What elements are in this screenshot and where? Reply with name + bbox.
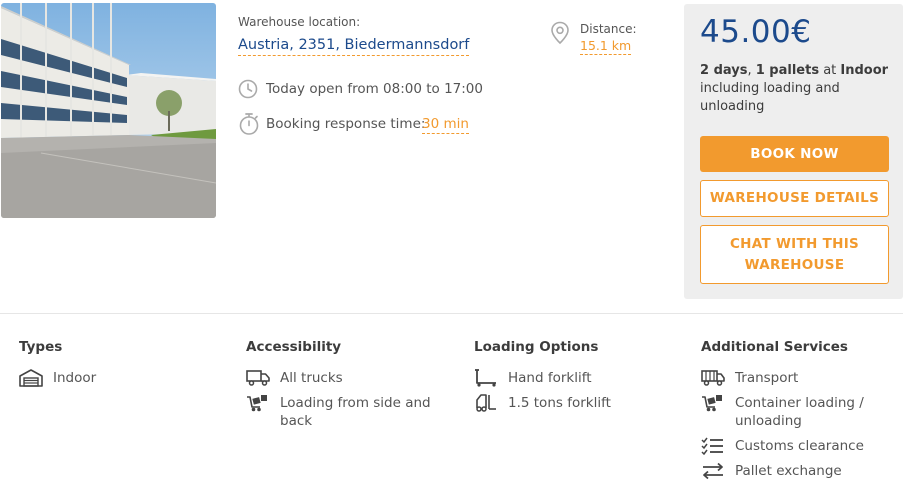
feature-label: Customs clearance: [735, 438, 864, 454]
loading-options-title: Loading Options: [474, 339, 599, 355]
warehouse-details-button[interactable]: WAREHOUSE DETAILS: [700, 180, 889, 217]
feature-label: 1.5 tons forklift: [508, 395, 611, 411]
chat-with-warehouse-button[interactable]: CHAT WITH THIS WAREHOUSE: [700, 225, 889, 284]
side-loading-icon: [246, 394, 270, 412]
forklift-icon: [474, 394, 498, 412]
warehouse-icon: [19, 369, 43, 387]
summary-pallets: 1 pallets: [755, 63, 820, 78]
feature-label: Pallet exchange: [735, 463, 842, 479]
stopwatch-icon: [238, 112, 260, 140]
container-loading-icon: [701, 394, 725, 412]
opening-hours: Today open from 08:00 to 17:00: [266, 81, 483, 97]
types-section: Types Indoor: [19, 339, 219, 394]
summary-days: 2 days: [700, 63, 748, 78]
section-divider: [0, 313, 903, 314]
summary-type: Indoor: [840, 63, 889, 78]
feature-item: Hand forklift: [474, 369, 674, 387]
feature-label: Indoor: [53, 370, 97, 386]
additional-services-section: Additional Services Transport Container …: [701, 339, 891, 487]
response-time-label: Booking response time:: [266, 116, 426, 132]
summary-at: at: [819, 63, 841, 78]
accessibility-section: Accessibility All trucks Loading from si…: [246, 339, 446, 437]
additional-services-title: Additional Services: [701, 339, 848, 355]
feature-item: All trucks: [246, 369, 446, 387]
distance-label: Distance:: [580, 22, 637, 36]
warehouse-photo[interactable]: [1, 3, 216, 218]
feature-item: Transport: [701, 369, 891, 387]
map-pin-icon: [550, 21, 570, 49]
feature-item: Loading from side and back: [246, 394, 446, 430]
location-label: Warehouse location:: [238, 15, 361, 29]
price: 45.00€: [700, 14, 812, 50]
booking-summary: 2 days, 1 pallets at Indoor including lo…: [700, 62, 890, 116]
hand-forklift-icon: [474, 369, 498, 387]
location-value[interactable]: Austria, 2351, Biedermannsdorf: [238, 37, 470, 56]
truck-icon: [246, 369, 270, 387]
feature-label: All trucks: [280, 370, 343, 386]
response-time-value: 30 min: [422, 116, 469, 134]
accessibility-title: Accessibility: [246, 339, 342, 355]
summary-including: including loading and unloading: [700, 81, 840, 114]
checklist-icon: [701, 437, 725, 456]
feature-label: Container loading / unloading: [735, 395, 864, 429]
book-now-button[interactable]: BOOK NOW: [700, 136, 889, 172]
loading-options-section: Loading Options Hand forklift 1.5 tons f…: [474, 339, 674, 419]
feature-label: Loading from side and back: [280, 395, 431, 429]
summary-sep: ,: [747, 63, 756, 78]
feature-item: Indoor: [19, 369, 219, 387]
feature-label: Transport: [735, 370, 799, 386]
exchange-icon: [701, 462, 725, 480]
distance-value: 15.1 km: [580, 38, 632, 55]
feature-label: Hand forklift: [508, 370, 592, 386]
types-title: Types: [19, 339, 63, 355]
feature-item: Customs clearance: [701, 437, 891, 456]
feature-item: Container loading / unloading: [701, 394, 891, 430]
transport-icon: [701, 369, 725, 387]
feature-item: Pallet exchange: [701, 462, 891, 480]
clock-icon: [238, 79, 258, 103]
feature-item: 1.5 tons forklift: [474, 394, 674, 412]
